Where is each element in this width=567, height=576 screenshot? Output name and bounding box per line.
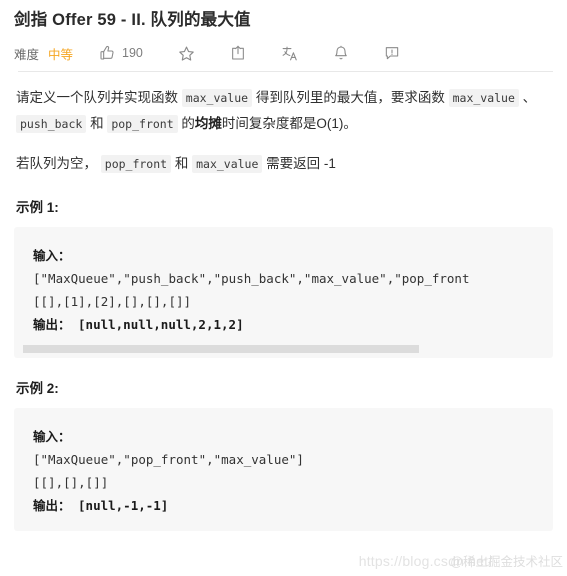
desc-text: 和 xyxy=(86,116,108,131)
example-1-output-line: 输出： [null,null,null,2,1,2] xyxy=(33,317,244,332)
desc-text: 和 xyxy=(171,156,193,171)
desc-text: 请定义一个队列并实现函数 xyxy=(16,90,182,105)
example-2-input-label: 输入： xyxy=(33,429,71,444)
difficulty-badge: 中等 xyxy=(48,47,74,62)
example-1-input-line-1: ["MaxQueue","push_back","push_back","max… xyxy=(33,271,470,286)
page-title: 剑指 Offer 59 - II. 队列的最大值 xyxy=(14,11,251,29)
watermark-tag: @稀土掘金技术社区 xyxy=(450,555,563,569)
desc-text: 若队列为空， xyxy=(16,156,101,171)
description-paragraph-1: 请定义一个队列并实现函数 max_value 得到队列里的最大值，要求函数 ma… xyxy=(14,85,553,137)
bell-icon xyxy=(333,45,349,61)
scrollbar-thumb[interactable] xyxy=(23,345,419,353)
example-2-input-line-1: ["MaxQueue","pop_front","max_value"] xyxy=(33,452,304,467)
example-2-output-line: 输出： [null,-1,-1] xyxy=(33,498,169,513)
thumbs-up-button[interactable]: 190 xyxy=(99,45,143,61)
inline-code-max-value: max_value xyxy=(448,89,519,107)
inline-code-pop-front: pop_front xyxy=(107,115,178,133)
star-button[interactable] xyxy=(178,45,195,62)
example-2-input-line-2: [[],[],[]] xyxy=(33,475,109,490)
inline-code-max-value: max_value xyxy=(181,89,253,107)
example-2-codeblock: 输入： ["MaxQueue","pop_front","max_value"]… xyxy=(14,408,553,531)
inline-code-pop-front: pop_front xyxy=(100,155,172,173)
thumbs-up-icon xyxy=(99,45,115,61)
star-icon xyxy=(178,45,195,62)
translate-button[interactable] xyxy=(281,45,298,62)
inline-code-max-value: max_value xyxy=(192,155,263,173)
share-button[interactable] xyxy=(230,45,246,61)
feedback-button[interactable] xyxy=(384,45,400,61)
description-paragraph-2: 若队列为空， pop_front 和 max_value 需要返回 -1 xyxy=(14,151,553,177)
inline-code-push-back: push_back xyxy=(16,115,87,133)
bell-button[interactable] xyxy=(333,45,349,61)
desc-text: 、 xyxy=(518,90,537,105)
example-1-codeblock: 输入： ["MaxQueue","push_back","push_back",… xyxy=(14,227,553,358)
share-icon xyxy=(230,45,246,61)
horizontal-scrollbar[interactable] xyxy=(23,345,544,353)
example-2-title: 示例 2: xyxy=(16,381,59,396)
desc-text: 得到队列里的最大值，要求函数 xyxy=(252,90,449,105)
example-1-input-label: 输入： xyxy=(33,248,71,263)
like-count: 190 xyxy=(122,46,143,60)
action-icon-group: 190 xyxy=(99,45,400,62)
desc-text: 时间复杂度都是O(1)。 xyxy=(221,116,357,131)
desc-emphasis: 均摊 xyxy=(194,116,222,131)
watermark-url: https://blog.csdn.net/ xyxy=(358,553,493,569)
desc-text: 的 xyxy=(177,116,195,131)
difficulty-label: 难度 xyxy=(14,47,40,62)
problem-page: 剑指 Offer 59 - II. 队列的最大值 难度 中等 190 请定义一个… xyxy=(0,0,567,576)
feedback-icon xyxy=(384,45,400,61)
translate-icon xyxy=(281,45,298,62)
meta-row: 难度 中等 190 xyxy=(14,37,553,69)
header-divider xyxy=(18,71,553,72)
watermark: https://blog.csdn.net/ @稀土掘金技术社区 xyxy=(359,551,563,570)
example-1-input-line-2: [[],[1],[2],[],[],[]] xyxy=(33,294,192,309)
desc-text: 需要返回 -1 xyxy=(262,156,336,171)
example-1-title: 示例 1: xyxy=(16,200,59,215)
